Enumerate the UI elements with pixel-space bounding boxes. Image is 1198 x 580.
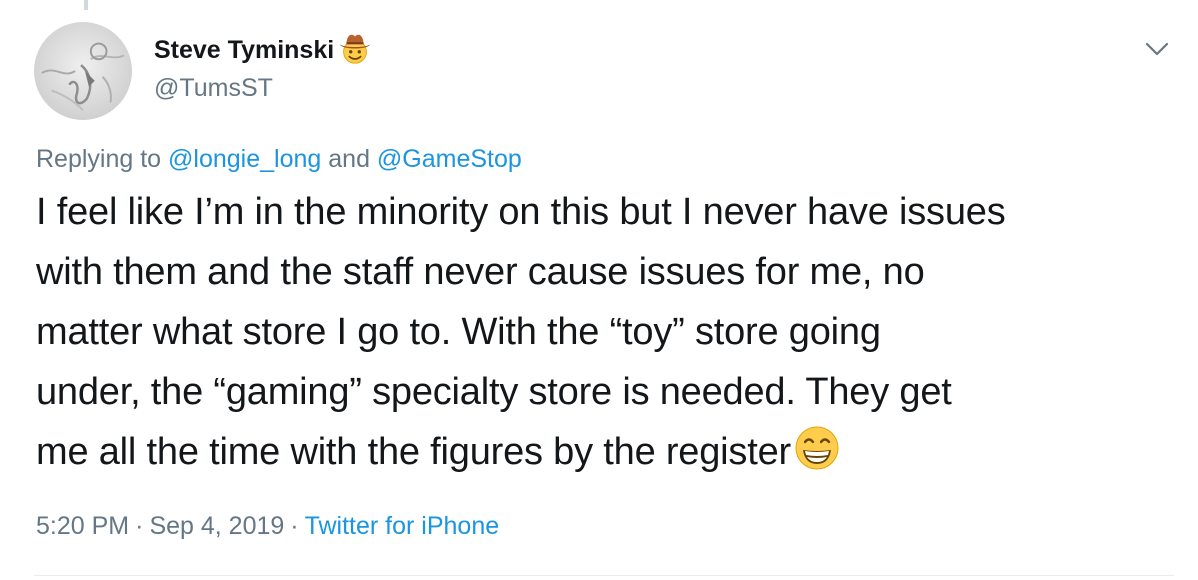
username[interactable]: @TumsST (154, 72, 273, 104)
tweet-card: Steve Tyminski @TumsST Replying to @long… (0, 0, 1198, 580)
meta-separator: · (135, 512, 144, 540)
tweet-time[interactable]: 5:20 PM (36, 512, 129, 540)
thread-connector-line (84, 0, 88, 10)
tweet-text: I feel like I’m in the minority on this … (36, 182, 1176, 482)
divider (34, 575, 1174, 576)
replying-to-label: Replying to (36, 145, 169, 173)
chevron-down-icon[interactable] (1140, 32, 1174, 66)
author-block: Steve Tyminski (154, 32, 374, 68)
avatar-image (41, 42, 125, 111)
cowboy-hat-face-emoji-icon (336, 29, 374, 67)
mention-link-longie-long[interactable]: @longie_long (168, 145, 321, 173)
tweet-meta: 5:20 PM · Sep 4, 2019 · Twitter for iPhone (36, 508, 499, 544)
tweet-text-line: me all the time with the figures by the … (36, 431, 791, 473)
grinning-face-emoji-icon (793, 424, 841, 472)
display-name[interactable]: Steve Tyminski (154, 32, 334, 68)
replying-to-conjunction: and (321, 145, 377, 173)
tweet-text-line: with them and the staff never cause issu… (36, 251, 925, 293)
meta-separator: · (290, 512, 299, 540)
tweet-text-line: under, the “gaming” specialty store is n… (36, 371, 952, 413)
tweet-text-line: I feel like I’m in the minority on this … (36, 191, 1006, 233)
tweet-date[interactable]: Sep 4, 2019 (149, 512, 284, 540)
replying-to-line: Replying to @longie_long and @GameStop (36, 142, 522, 176)
avatar[interactable] (34, 22, 132, 120)
tweet-source-link[interactable]: Twitter for iPhone (305, 512, 500, 540)
tweet-text-last-line: me all the time with the figures by the … (36, 422, 1176, 482)
tweet-text-line: matter what store I go to. With the “toy… (36, 311, 881, 353)
mention-link-gamestop[interactable]: @GameStop (377, 145, 522, 173)
